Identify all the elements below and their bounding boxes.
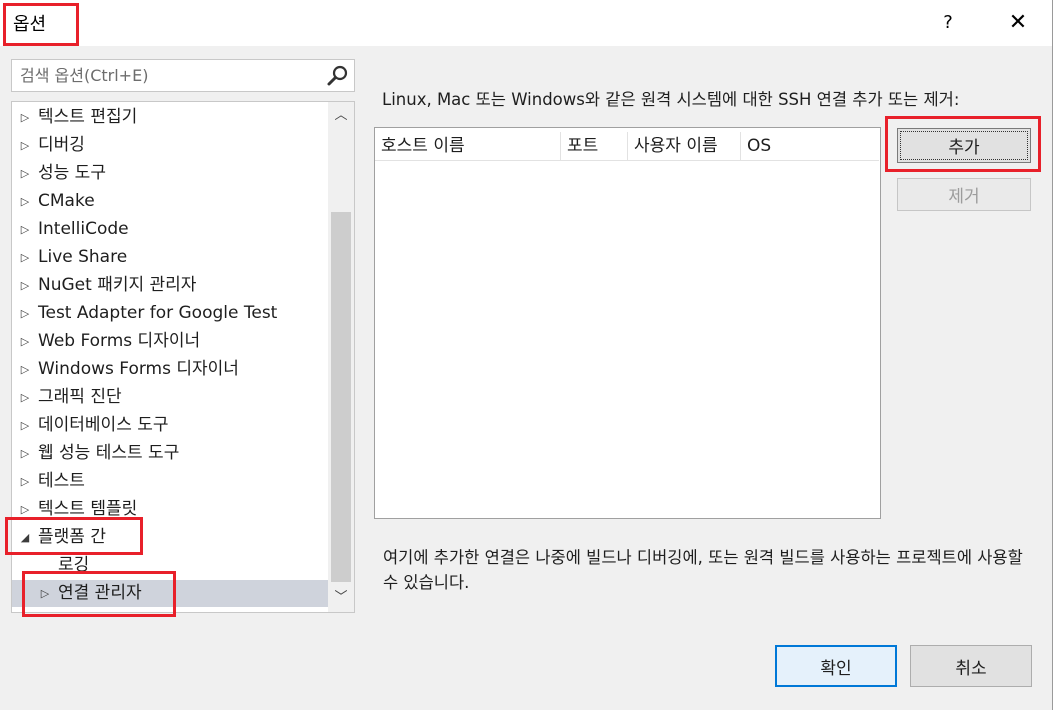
description-text: Linux, Mac 또는 Windows와 같은 원격 시스템에 대한 SSH… [382, 90, 960, 109]
scroll-down-icon[interactable]: ﹀ [328, 586, 354, 612]
column-header-host[interactable]: 호스트 이름 [375, 132, 561, 161]
expand-arrow-icon[interactable]: ▷ [18, 328, 32, 355]
tree-item-web-performance[interactable]: ▷ 웹 성능 테스트 도구 [12, 440, 328, 467]
tree-item-windows-forms[interactable]: ▷ Windows Forms 디자이너 [12, 356, 328, 383]
expand-arrow-icon[interactable]: ▷ [18, 160, 32, 187]
connections-table[interactable]: 호스트 이름 포트 사용자 이름 OS [374, 127, 881, 519]
tree-item-cmake[interactable]: ▷ CMake [12, 188, 328, 215]
highlight-box-title [3, 3, 79, 46]
expand-arrow-icon[interactable]: ▷ [18, 216, 32, 243]
tree-item-label: 그래픽 진단 [38, 387, 122, 407]
tree-item-graphics-diagnostics[interactable]: ▷ 그래픽 진단 [12, 384, 328, 411]
tree-item-test-adapter[interactable]: ▷ Test Adapter for Google Test [12, 300, 328, 327]
scroll-thumb[interactable] [331, 212, 351, 582]
highlight-box-cross-platform [5, 517, 143, 555]
expand-arrow-icon[interactable]: ▷ [18, 412, 32, 439]
tree-item-live-share[interactable]: ▷ Live Share [12, 244, 328, 271]
tree-item-label: 텍스트 편집기 [38, 107, 138, 127]
column-header-username[interactable]: 사용자 이름 [628, 132, 741, 161]
tree-item-label: Live Share [38, 247, 128, 267]
tree-scrollbar[interactable]: ︿ ﹀ [328, 102, 354, 612]
tree-item-label: Web Forms 디자이너 [38, 331, 201, 351]
tree-item-label: Windows Forms 디자이너 [38, 359, 239, 379]
tree-item-label: 테스트 [38, 471, 85, 491]
highlight-box-add [885, 116, 1041, 172]
tree-item-label: IntelliCode [38, 219, 129, 239]
scroll-up-icon[interactable]: ︿ [328, 102, 354, 128]
tree-item-test[interactable]: ▷ 테스트 [12, 468, 328, 495]
expand-arrow-icon[interactable]: ▷ [18, 132, 32, 159]
expand-arrow-icon[interactable]: ▷ [18, 188, 32, 215]
tree-item-intellicode[interactable]: ▷ IntelliCode [12, 216, 328, 243]
connection-note: 여기에 추가한 연결은 나중에 빌드나 디버깅에, 또는 원격 빌드를 사용하는… [383, 548, 1023, 592]
expand-arrow-icon[interactable]: ▷ [18, 244, 32, 271]
tree-item-label: Test Adapter for Google Test [38, 303, 278, 323]
search-box[interactable] [11, 59, 355, 92]
search-input[interactable] [12, 60, 322, 91]
tree-item-label: CMake [38, 191, 95, 211]
remove-button[interactable]: 제거 [897, 178, 1031, 211]
ok-button[interactable]: 확인 [775, 645, 897, 687]
tree-item-web-forms[interactable]: ▷ Web Forms 디자이너 [12, 328, 328, 355]
expand-arrow-icon[interactable]: ▷ [18, 104, 32, 131]
tree-item-debugging[interactable]: ▷ 디버깅 [12, 132, 328, 159]
close-button[interactable]: ✕ [995, 6, 1041, 40]
column-header-os[interactable]: OS [741, 132, 879, 161]
expand-arrow-icon[interactable]: ▷ [18, 356, 32, 383]
highlight-box-connection-manager [22, 571, 176, 617]
help-button[interactable]: ? [930, 6, 966, 40]
column-header-port[interactable]: 포트 [561, 132, 628, 161]
expand-arrow-icon[interactable]: ▷ [18, 300, 32, 327]
tree-item-label: 데이터베이스 도구 [38, 415, 169, 435]
expand-arrow-icon[interactable]: ▷ [18, 468, 32, 495]
cancel-button[interactable]: 취소 [910, 645, 1032, 687]
tree-item-label: 디버깅 [38, 135, 85, 155]
search-icon[interactable] [326, 64, 350, 88]
tree-item-database-tools[interactable]: ▷ 데이터베이스 도구 [12, 412, 328, 439]
expand-arrow-icon[interactable]: ▷ [18, 440, 32, 467]
tree-item-label: 웹 성능 테스트 도구 [38, 443, 180, 463]
title-bar: 옵션 ? ✕ [0, 0, 1053, 46]
tree-item-label: NuGet 패키지 관리자 [38, 275, 197, 295]
tree-item-label: 성능 도구 [38, 163, 106, 183]
expand-arrow-icon[interactable]: ▷ [18, 384, 32, 411]
tree-item-text-editor[interactable]: ▷ 텍스트 편집기 [12, 104, 328, 131]
tree-item-nuget[interactable]: ▷ NuGet 패키지 관리자 [12, 272, 328, 299]
tree-item-performance-tools[interactable]: ▷ 성능 도구 [12, 160, 328, 187]
expand-arrow-icon[interactable]: ▷ [18, 272, 32, 299]
